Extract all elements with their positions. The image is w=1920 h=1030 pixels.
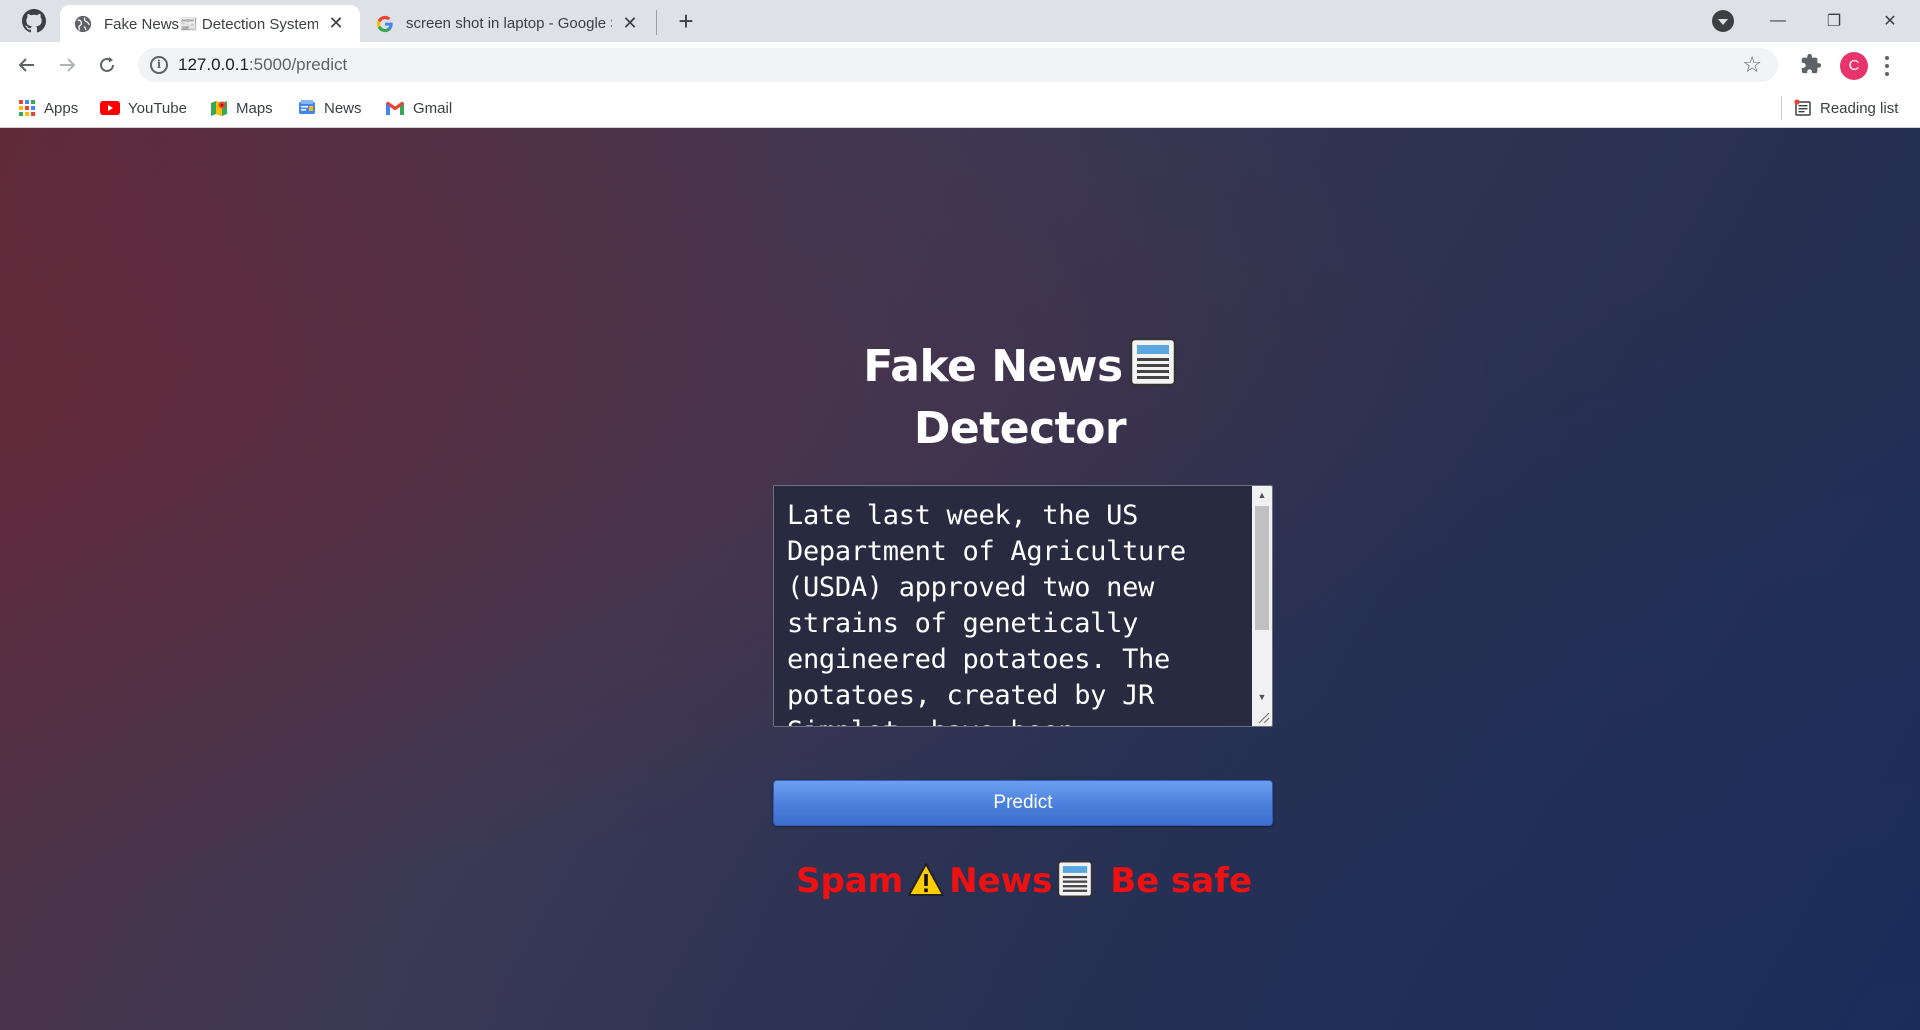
reload-icon (100, 57, 114, 72)
bookmark-star-icon[interactable]: ☆ (1742, 52, 1762, 78)
bookmark-label: News (324, 99, 362, 117)
url-text[interactable]: 127.0.0.1:5000/predict (178, 55, 347, 75)
apps-grid-icon (19, 100, 35, 116)
url-path: :5000/predict (248, 55, 348, 74)
predict-button[interactable]: Predict (773, 780, 1273, 826)
extensions-puzzle-icon[interactable] (1800, 53, 1822, 75)
scroll-up-arrow-icon[interactable]: ▲ (1252, 486, 1272, 504)
page-content: Fake News Detector Late last week, the U… (0, 128, 1920, 1030)
title-line-1: Fake News (863, 341, 1123, 392)
github-icon[interactable] (22, 9, 46, 33)
new-tab-button[interactable]: + (672, 8, 700, 36)
youtube-icon (100, 101, 120, 115)
bookmark-label: Gmail (413, 99, 453, 117)
bookmark-label: Maps (236, 99, 273, 117)
gmail-icon (386, 101, 404, 115)
url-host: 127.0.0.1 (178, 55, 249, 74)
restore-button[interactable]: ❐ (1806, 0, 1862, 42)
reading-list-button[interactable]: Reading list (1794, 96, 1898, 120)
scroll-down-arrow-icon[interactable]: ▼ (1252, 688, 1272, 706)
browser-menu-icon[interactable] (1884, 54, 1890, 78)
bookmark-maps[interactable]: Maps (210, 96, 273, 120)
bookmark-youtube[interactable]: YouTube (100, 96, 187, 120)
globe-icon (74, 15, 92, 32)
newspaper-icon (1129, 337, 1176, 387)
tab-title: screen shot in laptop - Google Se (406, 15, 612, 32)
site-info-icon[interactable]: i (150, 56, 168, 74)
arrow-right-icon (60, 58, 76, 72)
arrow-left-icon (18, 58, 34, 72)
tab-fake-news[interactable]: Fake News📰 Detection System ✕ (60, 5, 360, 42)
bookmark-apps[interactable]: Apps (18, 96, 78, 120)
result-be-safe-text: Be safe (1110, 861, 1253, 901)
bookmarks-bar: Apps YouTube Maps News Gmail Reading lis… (0, 88, 1920, 128)
scrollbar-thumb[interactable] (1255, 506, 1269, 630)
minimize-button[interactable]: — (1750, 0, 1806, 42)
page-title: Fake News Detector (760, 336, 1280, 460)
address-bar[interactable]: i 127.0.0.1:5000/predict ☆ (138, 48, 1778, 82)
tab-separator (656, 10, 657, 35)
tab-search-icon[interactable] (1712, 10, 1734, 32)
bookmarks-separator (1781, 96, 1782, 120)
newspaper-icon (1057, 860, 1094, 898)
profile-avatar[interactable]: C (1840, 52, 1868, 80)
maps-icon (211, 101, 227, 116)
resize-grip-icon[interactable] (1253, 707, 1271, 725)
tab-google-search[interactable]: screen shot in laptop - Google Se ✕ (362, 5, 654, 42)
textarea-scrollbar[interactable]: ▲ ▼ (1252, 486, 1272, 726)
close-tab-icon[interactable]: ✕ (620, 13, 640, 34)
result-spam-text: Spam (795, 861, 904, 901)
news-icon (299, 100, 315, 114)
reload-button[interactable] (92, 50, 122, 80)
back-button[interactable] (12, 50, 42, 80)
close-tab-icon[interactable]: ✕ (326, 13, 346, 34)
bookmark-news[interactable]: News (298, 96, 362, 120)
browser-toolbar: i 127.0.0.1:5000/predict ☆ C (0, 42, 1920, 88)
forward-button[interactable] (52, 50, 82, 80)
reading-list-label: Reading list (1820, 99, 1899, 117)
bookmark-label: Apps (44, 99, 79, 117)
tab-strip: Fake News📰 Detection System ✕ screen sho… (0, 0, 1920, 42)
title-line-2: Detector (913, 403, 1127, 454)
google-icon (376, 15, 393, 32)
news-text-input[interactable]: Late last week, the US Department of Agr… (773, 485, 1273, 727)
reading-list-icon (1794, 99, 1811, 116)
close-window-button[interactable]: ✕ (1862, 0, 1918, 42)
news-text-content[interactable]: Late last week, the US Department of Agr… (787, 498, 1252, 726)
bookmark-gmail[interactable]: Gmail (385, 96, 452, 120)
result-news-text: News (949, 861, 1053, 901)
prediction-result: Spam News Be safe (700, 856, 1348, 906)
warning-icon (908, 863, 945, 896)
bookmark-label: YouTube (128, 99, 187, 117)
tab-title: Fake News📰 Detection System (104, 15, 318, 33)
